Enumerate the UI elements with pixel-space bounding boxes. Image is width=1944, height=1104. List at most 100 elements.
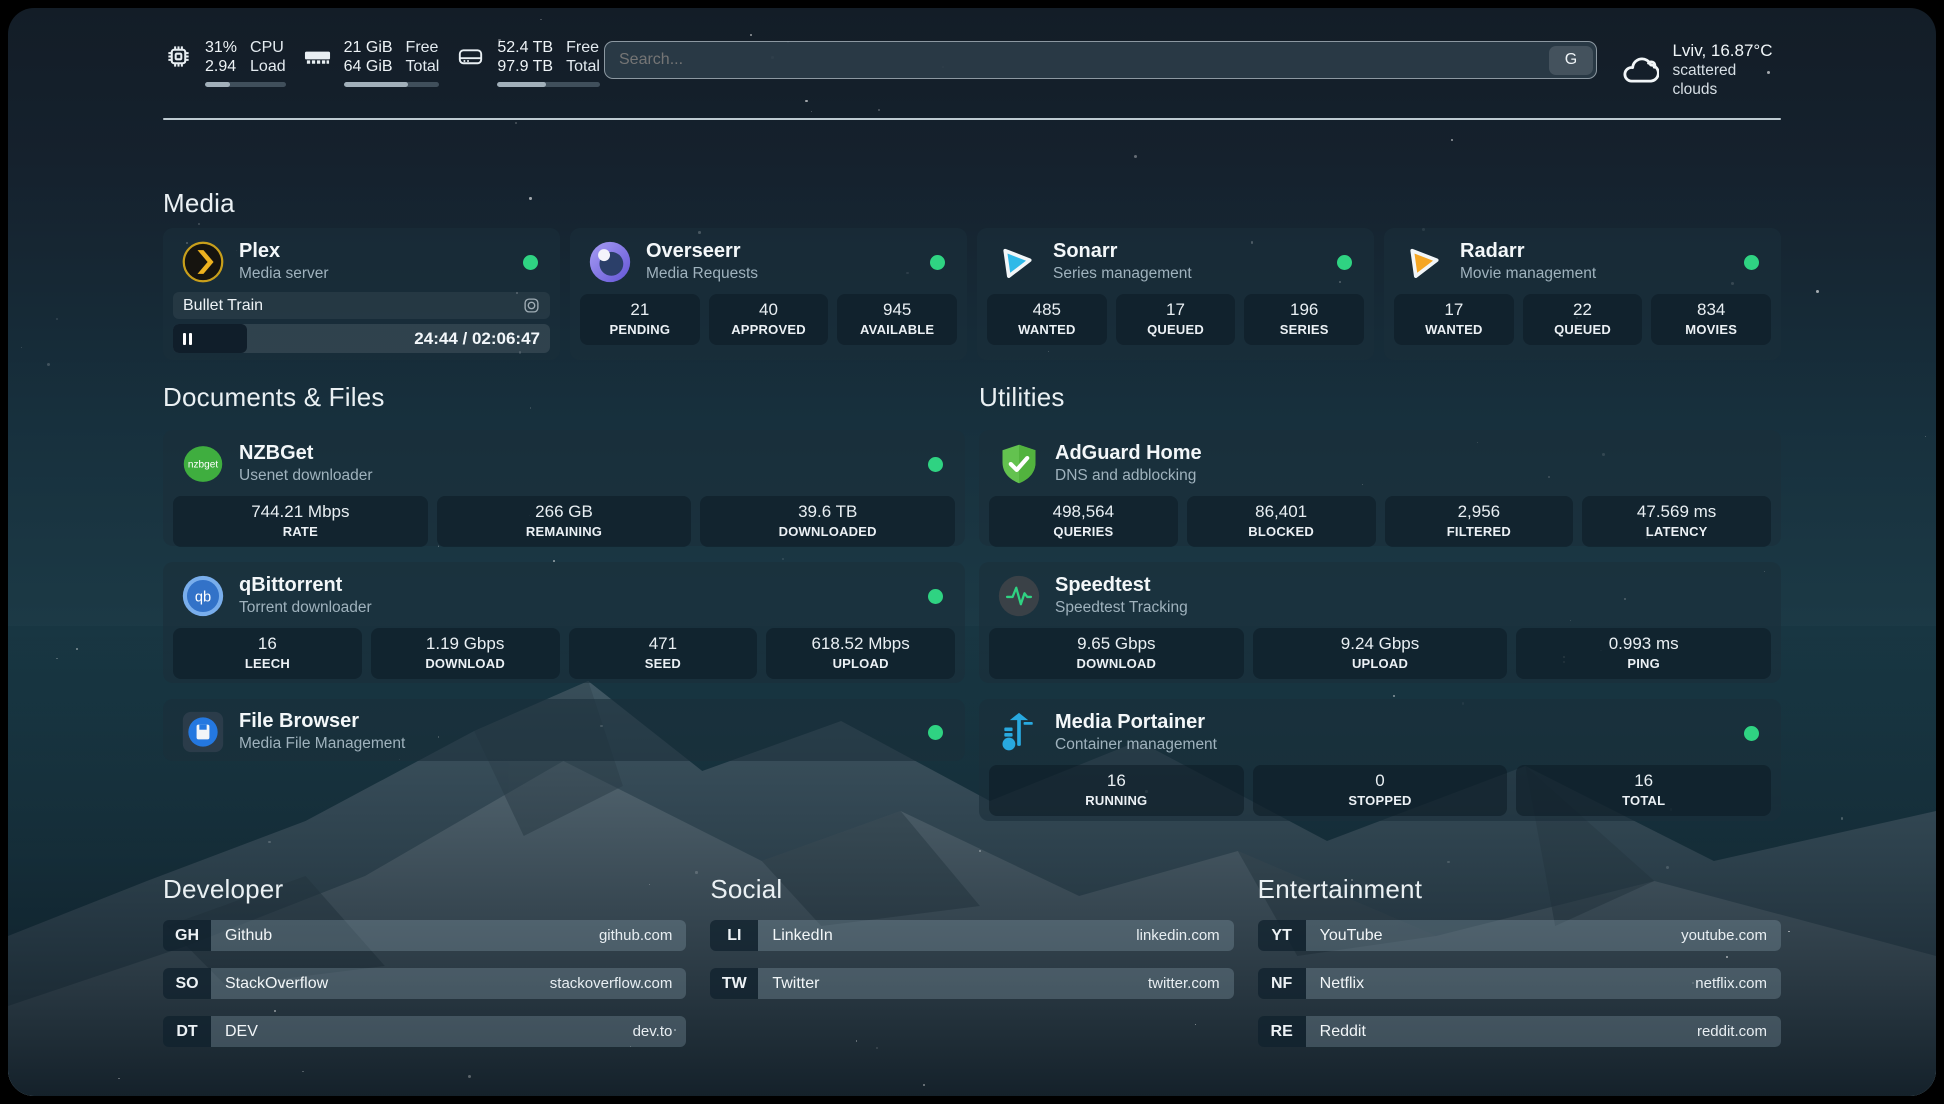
service-card-plex[interactable]: Plex Media server Bullet Train bbox=[163, 228, 560, 360]
now-playing-title: Bullet Train bbox=[183, 297, 263, 315]
dashboard-root: 31% 2.94 CPU Load bbox=[8, 8, 1936, 1096]
speedtest-icon bbox=[997, 574, 1041, 618]
bookmark-abbr: GH bbox=[163, 920, 211, 951]
bookmark-url: dev.to bbox=[633, 1023, 673, 1040]
service-card-portainer[interactable]: Media Portainer Container management 16 … bbox=[979, 699, 1781, 821]
app-name: qBittorrent bbox=[239, 574, 372, 597]
app-name: Radarr bbox=[1460, 240, 1596, 263]
top-bar: 31% 2.94 CPU Load bbox=[163, 36, 1781, 102]
stat-queries: 498,564 QUERIES bbox=[989, 496, 1178, 547]
disk-total-value: 97.9 TB bbox=[497, 57, 553, 76]
service-card-overseerr[interactable]: Overseerr Media Requests 21 PENDING 40 A… bbox=[570, 228, 967, 360]
stat-remaining: 266 GB REMAINING bbox=[437, 496, 692, 547]
app-desc: Torrent downloader bbox=[239, 599, 372, 618]
app-name: Overseerr bbox=[646, 240, 758, 263]
bookmark-abbr: TW bbox=[710, 968, 758, 999]
app-desc: Media server bbox=[239, 265, 329, 284]
service-card-qbittorrent[interactable]: qb qBittorrent Torrent downloader 16 LEE… bbox=[163, 562, 965, 683]
bookmark-url: stackoverflow.com bbox=[550, 975, 673, 992]
service-card-radarr[interactable]: Radarr Movie management 17 WANTED 22 QUE… bbox=[1384, 228, 1781, 360]
app-desc: DNS and adblocking bbox=[1055, 467, 1202, 486]
stat-queued: 17 QUEUED bbox=[1116, 294, 1236, 345]
bookmark-name: YouTube bbox=[1320, 927, 1383, 945]
bookmark-url: linkedin.com bbox=[1136, 927, 1219, 944]
bookmark-youtube[interactable]: YT YouTube youtube.com bbox=[1258, 920, 1781, 951]
app-name: File Browser bbox=[239, 710, 405, 733]
ram-free-value: 21 GiB bbox=[344, 38, 393, 57]
radarr-icon bbox=[1402, 240, 1446, 284]
bookmark-abbr: RE bbox=[1258, 1016, 1306, 1047]
stat-upload: 9.24 Gbps UPLOAD bbox=[1253, 628, 1508, 679]
bookmark-name: Twitter bbox=[772, 975, 819, 993]
sonarr-icon bbox=[995, 240, 1039, 284]
overseerr-icon bbox=[588, 240, 632, 284]
bookmark-dev[interactable]: DT DEV dev.to bbox=[163, 1016, 686, 1047]
bookmark-group-social: Social LI LinkedIn linkedin.com TW Twitt… bbox=[710, 872, 1233, 1064]
service-card-adguard[interactable]: AdGuard Home DNS and adblocking 498,564 … bbox=[979, 430, 1781, 546]
cpu-load-value: 2.94 bbox=[205, 57, 237, 76]
cpu-icon bbox=[165, 43, 192, 70]
ram-icon bbox=[304, 43, 331, 70]
stat-rate: 744.21 Mbps RATE bbox=[173, 496, 428, 547]
bookmark-github[interactable]: GH Github github.com bbox=[163, 920, 686, 951]
bookmark-abbr: SO bbox=[163, 968, 211, 999]
stat-filtered: 2,956 FILTERED bbox=[1385, 496, 1574, 547]
status-dot bbox=[930, 255, 945, 270]
now-playing-progress: 24:44 / 02:06:47 bbox=[173, 324, 550, 353]
cpu-usage-label: CPU bbox=[250, 38, 286, 57]
qbittorrent-icon: qb bbox=[181, 574, 225, 618]
bookmark-reddit[interactable]: RE Reddit reddit.com bbox=[1258, 1016, 1781, 1047]
bookmark-name: Netflix bbox=[1320, 975, 1364, 993]
utilities-section-title: Utilities bbox=[979, 380, 1781, 414]
service-card-filebrowser[interactable]: File Browser Media File Management bbox=[163, 699, 965, 761]
portainer-icon bbox=[997, 711, 1041, 755]
weather-location-temp: Lviv, 16.87°C bbox=[1672, 40, 1781, 61]
section-documents-files: Documents & Files nzbget NZBGet Usenet d… bbox=[163, 380, 965, 821]
service-card-sonarr[interactable]: Sonarr Series management 485 WANTED 17 Q… bbox=[977, 228, 1374, 360]
section-utilities: Utilities AdGuard Home DNS and adbloc bbox=[979, 380, 1781, 821]
search-provider-button[interactable]: G bbox=[1549, 46, 1593, 75]
system-stats: 31% 2.94 CPU Load bbox=[165, 38, 600, 87]
status-dot bbox=[928, 589, 943, 604]
section-media: Media Plex Media server bbox=[163, 186, 1781, 360]
developer-group-title: Developer bbox=[163, 872, 686, 906]
app-desc: Media Requests bbox=[646, 265, 758, 284]
search-input[interactable] bbox=[605, 51, 1549, 69]
stat-wanted: 17 WANTED bbox=[1394, 294, 1514, 345]
stat-stopped: 0 STOPPED bbox=[1253, 765, 1508, 816]
status-dot bbox=[1744, 726, 1759, 741]
cpu-load-label: Load bbox=[250, 57, 286, 76]
stat-blocked: 86,401 BLOCKED bbox=[1187, 496, 1376, 547]
bookmark-abbr: NF bbox=[1258, 968, 1306, 999]
bookmark-group-developer: Developer GH Github github.com SO StackO… bbox=[163, 872, 686, 1064]
pause-icon[interactable] bbox=[183, 333, 192, 345]
documents-section-title: Documents & Files bbox=[163, 380, 965, 414]
stat-download: 1.19 Gbps DOWNLOAD bbox=[371, 628, 560, 679]
bookmark-name: Reddit bbox=[1320, 1023, 1366, 1041]
bookmark-name: LinkedIn bbox=[772, 927, 833, 945]
app-name: NZBGet bbox=[239, 442, 373, 465]
bookmark-url: youtube.com bbox=[1681, 927, 1767, 944]
status-dot bbox=[523, 255, 538, 270]
app-name: Media Portainer bbox=[1055, 711, 1217, 734]
app-name: AdGuard Home bbox=[1055, 442, 1202, 465]
service-card-speedtest[interactable]: Speedtest Speedtest Tracking 9.65 Gbps D… bbox=[979, 562, 1781, 683]
media-section-title: Media bbox=[163, 186, 1781, 220]
app-name: Speedtest bbox=[1055, 574, 1188, 597]
bookmark-name: Github bbox=[225, 927, 272, 945]
stat-downloaded: 39.6 TB DOWNLOADED bbox=[700, 496, 955, 547]
bookmark-stackoverflow[interactable]: SO StackOverflow stackoverflow.com bbox=[163, 968, 686, 999]
stat-latency: 47.569 ms LATENCY bbox=[1582, 496, 1771, 547]
svg-text:qb: qb bbox=[195, 590, 211, 606]
now-playing-icon[interactable] bbox=[523, 297, 540, 314]
disk-free-value: 52.4 TB bbox=[497, 38, 553, 57]
bookmark-linkedin[interactable]: LI LinkedIn linkedin.com bbox=[710, 920, 1233, 951]
bookmark-twitter[interactable]: TW Twitter twitter.com bbox=[710, 968, 1233, 999]
stat-total: 16 TOTAL bbox=[1516, 765, 1771, 816]
bookmark-url: netflix.com bbox=[1695, 975, 1767, 992]
app-desc: Usenet downloader bbox=[239, 467, 373, 486]
cpu-usage-value: 31% bbox=[205, 38, 237, 57]
service-card-nzbget[interactable]: nzbget NZBGet Usenet downloader 744.21 M… bbox=[163, 430, 965, 546]
bookmark-netflix[interactable]: NF Netflix netflix.com bbox=[1258, 968, 1781, 999]
stat-upload: 618.52 Mbps UPLOAD bbox=[766, 628, 955, 679]
